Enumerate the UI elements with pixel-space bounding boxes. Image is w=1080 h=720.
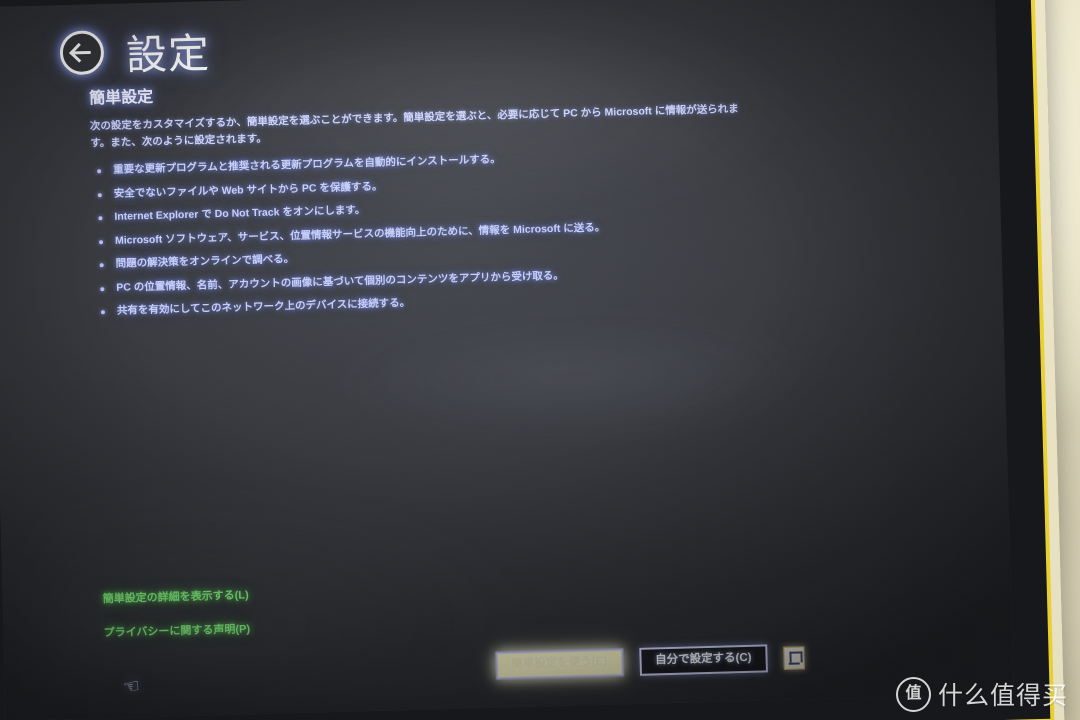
screen-header: 設定 (59, 19, 211, 83)
intro-paragraph: 次の設定をカスタマイズするか、簡単設定を選ぶことができます。簡単設定を選ぶと、必… (89, 102, 739, 150)
customize-button[interactable]: 自分で設定する(C) (638, 644, 768, 676)
list-item: Microsoft ソフトウェア、サービス、位置情報サービスの機能向上のために、… (93, 218, 753, 247)
back-arrow-circle-icon[interactable] (59, 30, 105, 76)
privacy-statement-link[interactable]: プライバシーに関する声明(P) (103, 620, 250, 640)
hand-cursor-icon: ☜ (121, 675, 142, 699)
photograph-of-monitor: 設定 簡単設定 次の設定をカスタマイズするか、簡単設定を選ぶことができます。簡単… (0, 0, 1080, 720)
watermark-logo-icon: 值 (895, 676, 931, 712)
footer-links: 簡単設定の詳細を表示する(L) プライバシーに関する声明(P) (102, 586, 251, 658)
use-express-settings-button[interactable]: 簡単設定を使う(E) (494, 648, 624, 680)
list-item: Internet Explorer で Do Not Track をオンにします… (92, 195, 752, 224)
list-item: PC の位置情報、名前、アカウントの画像に基づいて個別のコンテンツをアプリから受… (94, 265, 754, 294)
express-settings-list: 重要な更新プログラムと推奨される更新プログラムを自動的にインストールする。 安全… (91, 148, 755, 318)
list-item: 共有を有効にしてこのネットワーク上のデバイスに接続する。 (95, 289, 755, 318)
page-title: 設定 (125, 30, 211, 79)
windows-setup-screen: 設定 簡単設定 次の設定をカスタマイズするか、簡単設定を選ぶことができます。簡単… (0, 0, 1014, 720)
list-item: 問題の解決策をオンラインで調べる。 (94, 242, 754, 271)
list-item: 重要な更新プログラムと推奨される更新プログラムを自動的にインストールする。 (91, 148, 751, 177)
watermark: 值 什么值得买 (895, 676, 1068, 712)
settings-body: 簡単設定 次の設定をカスタマイズするか、簡単設定を選ぶことができます。簡単設定を… (89, 67, 755, 331)
monitor: 設定 簡単設定 次の設定をカスタマイズするか、簡単設定を選ぶことができます。簡単… (0, 0, 1065, 720)
monitor-screen: 設定 簡単設定 次の設定をカスタマイズするか、簡単設定を選ぶことができます。簡単… (0, 0, 1014, 720)
watermark-text: 什么值得买 (937, 682, 1068, 710)
learn-more-link[interactable]: 簡単設定の詳細を表示する(L) (102, 586, 249, 606)
list-item: 安全でないファイルや Web サイトから PC を保護する。 (92, 171, 752, 200)
action-buttons: 簡単設定を使う(E) 自分で設定する(C) (494, 644, 805, 680)
ease-of-access-icon[interactable] (783, 645, 805, 670)
